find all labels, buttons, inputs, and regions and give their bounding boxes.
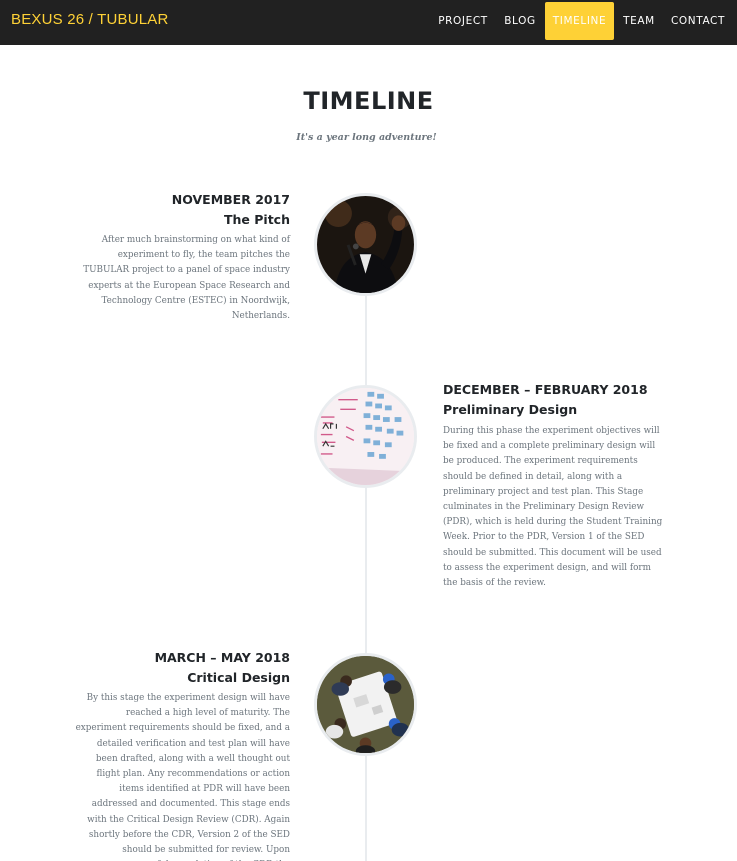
speaker-photo-icon bbox=[317, 196, 414, 293]
timeline-image-critical bbox=[314, 653, 417, 756]
page-title: TIMELINE bbox=[303, 87, 434, 115]
brand-link[interactable]: BEXUS 26 / TUBULAR bbox=[11, 11, 169, 28]
entry-date-pitch: NOVEMBER 2017 bbox=[171, 192, 290, 207]
entry-text-critical: By this stage the experiment design will… bbox=[75, 693, 290, 861]
whiteboard-photo-icon bbox=[317, 388, 414, 485]
page-subtitle: It's a year long adventure! bbox=[296, 132, 437, 143]
entry-title-preliminary: Preliminary Design bbox=[443, 402, 578, 417]
meeting-photo-icon bbox=[317, 656, 414, 753]
entry-date-preliminary: DECEMBER – FEBRUARY 2018 bbox=[443, 382, 648, 397]
nav-timeline[interactable]: TIMELINE bbox=[545, 2, 614, 40]
nav-project[interactable]: PROJECT bbox=[431, 2, 495, 40]
timeline-image-pitch bbox=[314, 193, 417, 296]
navbar: BEXUS 26 / TUBULAR PROJECT BLOG TIMELINE… bbox=[0, 0, 737, 45]
nav-blog[interactable]: BLOG bbox=[498, 2, 542, 40]
entry-title-pitch: The Pitch bbox=[224, 212, 290, 227]
nav-contact[interactable]: CONTACT bbox=[664, 2, 732, 40]
entry-text-preliminary: During this phase the experiment objecti… bbox=[443, 426, 663, 589]
nav-team[interactable]: TEAM bbox=[617, 2, 661, 40]
timeline-image-preliminary bbox=[314, 385, 417, 488]
timeline-line bbox=[365, 296, 367, 861]
entry-text-pitch: After much brainstorming on what kind of… bbox=[83, 235, 290, 322]
entry-title-critical: Critical Design bbox=[187, 670, 290, 685]
entry-date-critical: MARCH – MAY 2018 bbox=[154, 650, 290, 665]
